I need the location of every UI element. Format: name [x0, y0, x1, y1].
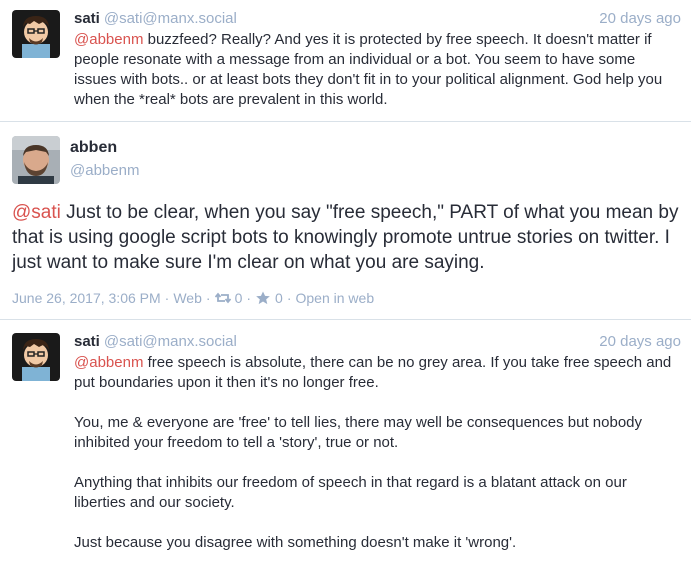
- avatar[interactable]: [12, 333, 60, 381]
- avatar[interactable]: [12, 136, 60, 184]
- status-item[interactable]: sati @sati@manx.social 20 days ago @abbe…: [0, 320, 691, 553]
- status-content: @sati Just to be clear, when you say "fr…: [12, 200, 681, 275]
- separator: ·: [246, 290, 252, 306]
- star-icon[interactable]: [255, 291, 271, 305]
- boost-count: 0: [234, 290, 243, 306]
- separator: ·: [164, 290, 170, 306]
- relative-time[interactable]: 20 days ago: [599, 333, 681, 351]
- relative-time[interactable]: 20 days ago: [599, 10, 681, 28]
- detailed-status: abben @abbenm @sati Just to be clear, wh…: [0, 122, 691, 320]
- visibility-label: Web: [173, 290, 202, 306]
- paragraph: You, me & everyone are 'free' to tell li…: [74, 414, 643, 451]
- favourite-count: 0: [275, 290, 283, 306]
- open-in-web-link[interactable]: Open in web: [296, 290, 375, 306]
- retweet-icon[interactable]: [214, 291, 231, 305]
- avatar[interactable]: [12, 10, 60, 58]
- status-author[interactable]: abben @abbenm: [12, 136, 681, 184]
- display-name[interactable]: sati: [74, 10, 100, 28]
- status-text: Just to be clear, when you say "free spe…: [12, 202, 679, 273]
- display-name[interactable]: abben: [70, 138, 135, 158]
- status-content: @abbenm free speech is absolute, there c…: [74, 353, 681, 553]
- status-content: @abbenm buzzfeed? Really? And yes it is …: [74, 30, 681, 110]
- account-handle[interactable]: @sati@manx.social: [104, 333, 237, 351]
- separator: ·: [205, 290, 211, 306]
- separator: ·: [286, 290, 292, 306]
- mention-link[interactable]: @sati: [12, 202, 61, 223]
- paragraph: Just because you disagree with something…: [74, 534, 517, 551]
- paragraph: Anything that inhibits our freedom of sp…: [74, 474, 627, 511]
- status-text: buzzfeed? Really? And yes it is protecte…: [74, 31, 663, 108]
- status-header: sati @sati@manx.social 20 days ago: [74, 333, 681, 351]
- timestamp-link[interactable]: June 26, 2017, 3:06 PM: [12, 290, 161, 306]
- display-name[interactable]: sati: [74, 333, 100, 351]
- account-handle[interactable]: @abbenm: [70, 161, 139, 181]
- paragraph-text: free speech is absolute, there can be no…: [74, 354, 672, 391]
- mention-link[interactable]: @abbenm: [74, 31, 143, 48]
- mention-link[interactable]: @abbenm: [74, 354, 143, 371]
- status-header: sati @sati@manx.social 20 days ago: [74, 10, 681, 28]
- status-item[interactable]: sati @sati@manx.social 20 days ago @abbe…: [0, 0, 691, 122]
- status-meta: June 26, 2017, 3:06 PM · Web · 0 · 0 · O…: [12, 290, 681, 306]
- paragraph: @abbenm free speech is absolute, there c…: [74, 353, 681, 393]
- account-handle[interactable]: @sati@manx.social: [104, 10, 237, 28]
